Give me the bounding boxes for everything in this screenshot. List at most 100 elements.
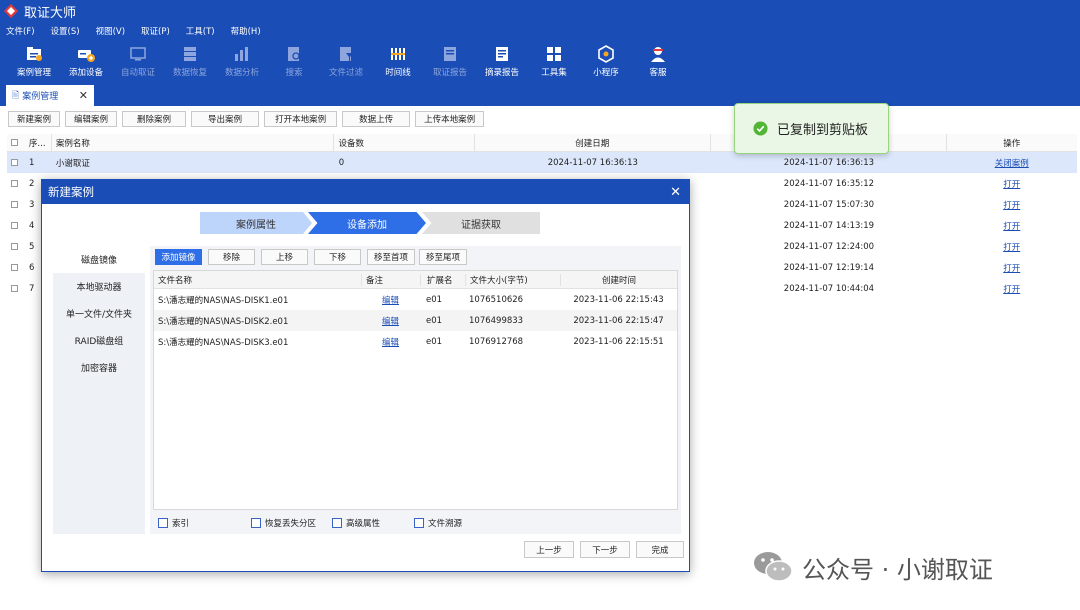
tool-file-filter[interactable]: 文件过滤 [320,40,372,82]
report-icon [444,47,456,61]
menu-settings[interactable]: 设置(S) [51,25,80,37]
export-case-button[interactable]: 导出案例 [191,111,260,127]
row-checkbox[interactable] [11,243,19,250]
row-checkbox[interactable] [11,285,19,292]
tool-support[interactable]: 客服 [632,40,684,82]
row-checkbox[interactable] [11,159,19,166]
table-row[interactable]: S:\潘志耀的NAS\NAS-DISK1.e01 编辑 e01 10765106… [154,289,677,310]
tool-timeline[interactable]: 时间线 [372,40,424,82]
col-size: 文件大小(字节) [465,273,560,286]
sidebar-item-file-folder[interactable]: 单一文件/文件夹 [53,300,145,327]
open-case-link[interactable]: 打开 [1003,243,1020,253]
col-date: 创建日期 [575,138,610,149]
advanced-attr-option[interactable]: 高级属性 [332,517,380,529]
menu-forensics[interactable]: 取证(P) [141,25,170,37]
app-title: 取证大师 [24,5,77,21]
dialog-footer: 上一步 下一步 完成 [524,541,690,558]
tab-doc-icon: 🖹 [12,90,20,101]
advanced-attr-checkbox[interactable] [332,518,343,528]
dialog-title: 新建案例 [48,185,94,199]
recover-partition-checkbox[interactable] [251,518,262,528]
remove-button[interactable]: 移除 [208,249,255,265]
step-case-properties: 案例属性 [200,212,312,234]
table-row[interactable]: 1 小谢取证 0 2024-11-07 16:36:13 2024-11-07 … [7,152,1077,173]
menu-view[interactable]: 视图(V) [96,25,125,37]
row-checkbox[interactable] [11,222,19,229]
sidebar-item-raid[interactable]: RAID磁盘组 [53,327,145,354]
timeline-icon [391,48,405,60]
col-no: 序... [28,138,46,149]
filter-doc-icon [340,47,353,61]
add-image-button[interactable]: 添加镜像 [155,249,202,265]
index-checkbox[interactable] [158,518,168,528]
table-row[interactable]: S:\潘志耀的NAS\NAS-DISK3.e01 编辑 e01 10769127… [154,331,677,352]
tab-case-manage[interactable]: 🖹 案例管理 ✕ [6,85,94,106]
edit-note-link[interactable]: 编辑 [382,296,399,306]
tool-case-manage[interactable]: 案例管理 [8,40,60,82]
file-trace-checkbox[interactable] [414,518,425,528]
menu-file[interactable]: 文件(F) [6,25,35,37]
tool-forensic-report[interactable]: 取证报告 [424,40,476,82]
row-checkbox[interactable] [11,201,19,208]
image-actions: 添加镜像 移除 上移 下移 移至首项 移至尾项 [155,249,471,265]
edit-note-link[interactable]: 编辑 [382,338,399,348]
open-local-case-button[interactable]: 打开本地案例 [264,111,338,127]
case-folder-icon [27,47,42,61]
excerpt-icon [496,47,508,61]
monitor-icon [130,47,146,61]
tools-grid-icon [547,47,561,61]
data-upload-button[interactable]: 数据上传 [342,111,411,127]
row-checkbox[interactable] [11,264,19,271]
edit-case-button[interactable]: 编辑案例 [65,111,118,127]
sidebar-item-encrypted-container[interactable]: 加密容器 [53,354,145,381]
close-icon[interactable]: ✕ [670,185,681,200]
new-case-button[interactable]: 新建案例 [8,111,61,127]
tool-search[interactable]: 搜索 [268,40,320,82]
file-trace-option[interactable]: 文件溯源 [414,517,462,529]
title-bar: 取证大师 [0,0,1080,22]
new-case-dialog: 新建案例 ✕ 案例属性 设备添加 证据获取 磁盘镜像 本地驱动器 单一文件/文件… [41,179,690,572]
recover-partition-option[interactable]: 恢复丢失分区 [251,517,316,529]
tool-add-device[interactable]: 添加设备 [60,40,112,82]
delete-case-button[interactable]: 删除案例 [122,111,187,127]
tool-excerpt-report[interactable]: 摘录报告 [476,40,528,82]
tool-miniapp[interactable]: 小程序 [580,40,632,82]
tool-data-recovery[interactable]: 数据恢复 [164,40,216,82]
open-case-link[interactable]: 打开 [1003,222,1020,232]
watermark: 公众号 · 小谢取证 [752,549,993,585]
prev-step-button[interactable]: 上一步 [524,541,574,558]
move-first-button[interactable]: 移至首项 [367,249,415,265]
open-case-link[interactable]: 打开 [1003,285,1020,295]
edit-note-link[interactable]: 编辑 [382,317,399,327]
open-case-link[interactable]: 打开 [1003,264,1020,274]
open-case-link[interactable]: 打开 [1003,201,1020,211]
row-checkbox[interactable] [11,180,19,187]
close-case-link[interactable]: 关闭案例 [995,159,1029,169]
col-ext: 扩展名 [420,273,465,286]
col-file-name: 文件名称 [158,275,193,286]
move-last-button[interactable]: 移至尾项 [419,249,467,265]
finish-button[interactable]: 完成 [636,541,684,558]
tool-toolset[interactable]: 工具集 [528,40,580,82]
image-panel: 添加镜像 移除 上移 下移 移至首项 移至尾项 文件名称 备注 扩展名 文件大小… [150,246,681,534]
table-row[interactable]: S:\潘志耀的NAS\NAS-DISK2.e01 编辑 e01 10764998… [154,310,677,331]
move-up-button[interactable]: 上移 [261,249,308,265]
search-doc-icon [288,47,300,61]
sidebar-item-local-drive[interactable]: 本地驱动器 [53,273,145,300]
menu-tools[interactable]: 工具(T) [186,25,215,37]
upload-local-case-button[interactable]: 上传本地案例 [415,111,485,127]
col-name: 案例名称 [55,138,90,149]
index-option[interactable]: 索引 [158,517,189,529]
col-note: 备注 [361,273,420,286]
next-step-button[interactable]: 下一步 [580,541,630,558]
col-count: 设备数 [338,138,364,149]
image-file-table: 文件名称 备注 扩展名 文件大小(字节) 创建时间 S:\潘志耀的NAS\NAS… [153,270,678,510]
select-all-checkbox[interactable] [11,139,19,146]
menu-help[interactable]: 帮助(H) [231,25,261,37]
move-down-button[interactable]: 下移 [314,249,361,265]
tool-data-analysis[interactable]: 数据分析 [216,40,268,82]
open-case-link[interactable]: 打开 [1003,180,1020,190]
close-icon[interactable]: ✕ [79,89,88,102]
sidebar-item-disk-image[interactable]: 磁盘镜像 [53,246,145,273]
tool-auto-forensics[interactable]: 自动取证 [112,40,164,82]
